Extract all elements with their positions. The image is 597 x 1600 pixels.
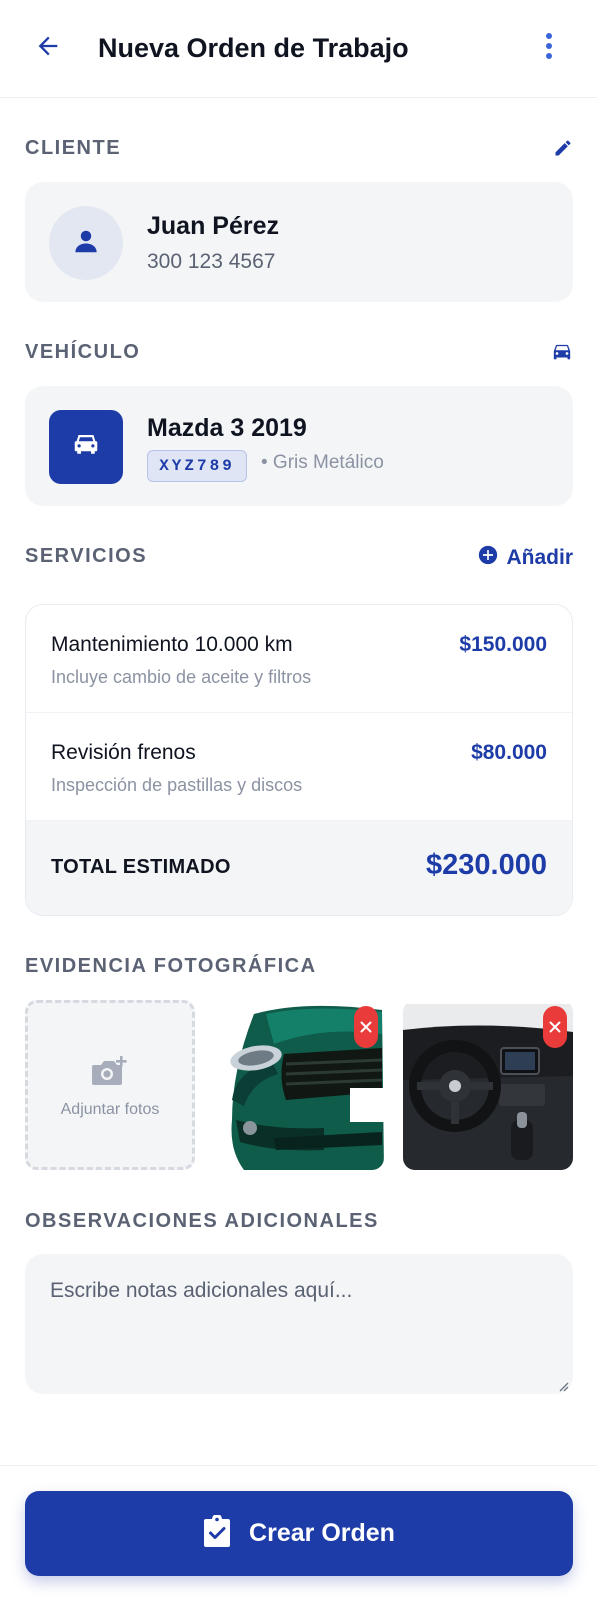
create-order-label: Crear Orden bbox=[249, 1519, 395, 1547]
close-icon bbox=[360, 1021, 372, 1033]
photo-thumbnail-car-interior[interactable] bbox=[403, 1000, 573, 1170]
license-plate: XYZ789 bbox=[147, 450, 247, 482]
services-list: Mantenimiento 10.000 km Incluye cambio d… bbox=[25, 604, 573, 916]
service-description: Incluye cambio de aceite y filtros bbox=[51, 667, 312, 687]
service-description: Inspección de pastillas y discos bbox=[51, 775, 303, 795]
client-card[interactable]: Juan Pérez 300 123 4567 bbox=[25, 182, 573, 302]
total-value: $230.000 bbox=[426, 849, 547, 881]
pencil-icon bbox=[553, 138, 573, 163]
service-price: $80.000 bbox=[471, 741, 547, 764]
footer: Crear Orden bbox=[0, 1465, 597, 1600]
camera-plus-icon bbox=[90, 1055, 128, 1094]
vehicle-thumbnail bbox=[49, 410, 123, 484]
attach-photos-button[interactable]: Adjuntar fotos bbox=[25, 1000, 195, 1170]
arrow-left-icon bbox=[34, 32, 62, 65]
person-icon bbox=[71, 226, 101, 261]
vehicle-action[interactable] bbox=[551, 343, 573, 368]
car-front-icon bbox=[71, 430, 101, 465]
notes-section-label: OBSERVACIONES ADICIONALES bbox=[25, 1210, 379, 1232]
service-item[interactable]: Revisión frenos Inspección de pastillas … bbox=[26, 713, 572, 821]
remove-photo-button[interactable] bbox=[543, 1006, 567, 1048]
service-price: $150.000 bbox=[459, 633, 547, 656]
service-name: Revisión frenos bbox=[51, 741, 196, 764]
car-icon bbox=[551, 343, 573, 368]
page-title: Nueva Orden de Trabajo bbox=[98, 33, 409, 63]
add-service-button[interactable]: Añadir bbox=[478, 545, 573, 570]
resize-grip-icon[interactable] bbox=[557, 1379, 569, 1397]
total-label: TOTAL ESTIMADO bbox=[51, 856, 231, 878]
service-item[interactable]: Mantenimiento 10.000 km Incluye cambio d… bbox=[26, 605, 572, 713]
avatar bbox=[49, 206, 123, 280]
back-button[interactable] bbox=[30, 30, 66, 66]
clipboard-check-icon bbox=[203, 1514, 231, 1552]
more-vertical-icon bbox=[544, 32, 554, 65]
close-icon bbox=[549, 1021, 561, 1033]
edit-client-button[interactable] bbox=[553, 138, 573, 163]
services-section-label: SERVICIOS bbox=[25, 545, 148, 567]
add-service-label: Añadir bbox=[506, 545, 573, 569]
client-name: Juan Pérez bbox=[147, 212, 280, 240]
vehicle-name: Mazda 3 2019 bbox=[147, 414, 307, 442]
photo-thumbnail-car-front[interactable] bbox=[214, 1000, 384, 1170]
vehicle-section-label: VEHÍCULO bbox=[25, 341, 141, 363]
plus-circle-icon bbox=[478, 545, 498, 570]
app-header: Nueva Orden de Trabajo bbox=[0, 0, 597, 98]
remove-photo-button[interactable] bbox=[354, 1006, 378, 1048]
attach-photos-label: Adjuntar fotos bbox=[60, 1101, 160, 1118]
client-section-label: CLIENTE bbox=[25, 137, 122, 159]
service-name: Mantenimiento 10.000 km bbox=[51, 633, 293, 656]
create-order-button[interactable]: Crear Orden bbox=[25, 1491, 573, 1576]
total-row: TOTAL ESTIMADO $230.000 bbox=[26, 821, 572, 915]
vehicle-color: • Gris Metálico bbox=[261, 452, 384, 473]
client-phone: 300 123 4567 bbox=[147, 250, 276, 273]
notes-textarea[interactable] bbox=[25, 1254, 573, 1394]
vehicle-card[interactable]: Mazda 3 2019 XYZ789 • Gris Metálico bbox=[25, 386, 573, 506]
photos-section-label: EVIDENCIA FOTOGRÁFICA bbox=[25, 955, 317, 977]
more-options-button[interactable] bbox=[531, 30, 567, 66]
